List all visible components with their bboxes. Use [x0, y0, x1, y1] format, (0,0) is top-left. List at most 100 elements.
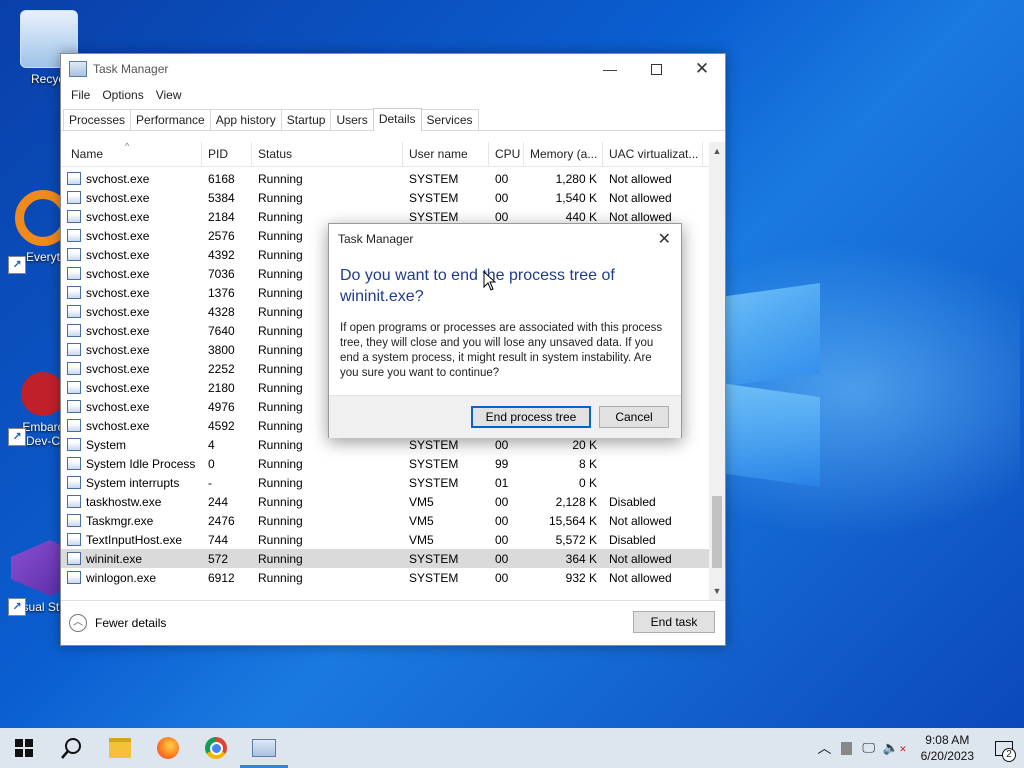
cell-name: System	[61, 438, 202, 452]
cell-status: Running	[258, 190, 303, 205]
menu-options[interactable]: Options	[96, 88, 149, 102]
taskbar: ︿ 🖵 🔈✕ 9:08 AM 6/20/2023 2	[0, 728, 1024, 768]
search-icon	[61, 738, 81, 759]
cell-uac: Not allowed	[609, 570, 672, 585]
cell-name: svchost.exe	[61, 419, 202, 433]
table-row[interactable]: taskhostw.exe 244 Running VM5 00 2,128 K Disab…	[61, 492, 725, 511]
table-row[interactable]: Taskmgr.exe 2476 Running VM5 00 15,564 K Not a…	[61, 511, 725, 530]
process-icon	[67, 324, 81, 337]
clock[interactable]: 9:08 AM 6/20/2023	[921, 732, 974, 764]
taskbar-file-explorer[interactable]	[96, 728, 144, 768]
table-row[interactable]: System interrupts - Running SYSTEM 01 0 K	[61, 473, 725, 492]
menu-file[interactable]: File	[65, 88, 96, 102]
task-manager-icon	[252, 739, 276, 757]
cell-pid: 0	[208, 456, 215, 471]
process-name: taskhostw.exe	[86, 494, 162, 509]
column-header-memory[interactable]: Memory (a...	[524, 142, 603, 166]
dialog-button-bar: End process tree Cancel	[329, 395, 681, 438]
cell-user: SYSTEM	[409, 570, 459, 585]
table-row[interactable]: wininit.exe 572 Running SYSTEM 00 364 K Not al…	[61, 549, 725, 568]
network-icon[interactable]: 🖵	[862, 740, 875, 756]
volume-muted-icon[interactable]: 🔈✕	[883, 740, 907, 756]
tab-processes[interactable]: Processes	[63, 109, 132, 130]
cell-status: Running	[258, 570, 303, 585]
process-name: svchost.exe	[86, 171, 150, 186]
taskbar-firefox[interactable]	[144, 728, 192, 768]
scrollbar-thumb[interactable]	[712, 496, 722, 568]
cell-name: taskhostw.exe	[61, 495, 202, 509]
end-process-tree-button[interactable]: End process tree	[471, 406, 591, 428]
tab-app-history[interactable]: App history	[209, 109, 282, 130]
process-icon	[67, 381, 81, 394]
table-row[interactable]: System Idle Process 0 Running SYSTEM 99 8 K	[61, 454, 725, 473]
dialog-close-button[interactable]: ✕	[658, 229, 671, 249]
cell-name: winlogon.exe	[61, 571, 202, 585]
cell-cpu: 00	[495, 209, 509, 224]
table-row[interactable]: svchost.exe 6168 Running SYSTEM 00 1,280 K Not…	[61, 169, 725, 188]
taskbar-chrome[interactable]	[192, 728, 240, 768]
column-header-pid[interactable]: PID	[202, 142, 252, 166]
tab-users[interactable]: Users	[330, 109, 374, 130]
taskbar-search-button[interactable]	[48, 728, 96, 768]
sort-ascending-icon: ^	[125, 142, 130, 151]
window-footer: ︿ Fewer details End task	[61, 600, 725, 646]
column-header-status[interactable]: Status	[252, 142, 403, 166]
process-name: svchost.exe	[86, 342, 150, 357]
fewer-details-toggle[interactable]: ︿ Fewer details	[69, 614, 166, 632]
cell-user: SYSTEM	[409, 475, 459, 490]
cell-uac: Not allowed	[609, 190, 672, 205]
menu-view[interactable]: View	[150, 88, 188, 102]
cell-mem: 1,280 K	[555, 171, 597, 186]
end-task-button[interactable]: End task	[633, 611, 715, 633]
tab-startup[interactable]: Startup	[280, 109, 332, 130]
cell-pid: 4	[208, 437, 215, 452]
cancel-button[interactable]: Cancel	[599, 406, 669, 428]
show-hidden-icons-chevron-icon[interactable]: ︿	[817, 738, 831, 758]
process-icon	[67, 305, 81, 318]
cell-name: svchost.exe	[61, 362, 202, 376]
scroll-up-icon[interactable]: ▲	[709, 144, 725, 158]
scroll-down-icon[interactable]: ▼	[709, 584, 725, 598]
process-icon	[67, 552, 81, 565]
notification-count-badge: 2	[1002, 748, 1016, 762]
process-name: svchost.exe	[86, 266, 150, 281]
cell-cpu: 00	[495, 437, 509, 452]
column-header-uac[interactable]: UAC virtualizat...	[603, 142, 703, 166]
notification-center-button[interactable]: 2	[984, 728, 1024, 768]
cell-cpu: 01	[495, 475, 509, 490]
tab-details[interactable]: Details	[372, 108, 422, 131]
process-name: svchost.exe	[86, 209, 150, 224]
cell-mem: 8 K	[578, 456, 597, 471]
tab-performance[interactable]: Performance	[130, 109, 211, 130]
cell-pid: 572	[208, 551, 229, 566]
cell-cpu: 99	[495, 456, 509, 471]
process-icon	[67, 362, 81, 375]
taskbar-task-manager[interactable]	[240, 728, 288, 768]
clock-date: 6/20/2023	[920, 749, 974, 763]
close-button[interactable]: ✕	[679, 54, 725, 84]
tab-services[interactable]: Services	[420, 109, 479, 130]
column-header-cpu[interactable]: CPU	[489, 142, 524, 166]
tray-app-icon[interactable]	[841, 741, 853, 755]
cell-name: svchost.exe	[61, 191, 202, 205]
cell-user: VM5	[409, 513, 434, 528]
cell-mem: 2,128 K	[555, 494, 597, 509]
process-icon	[67, 343, 81, 356]
table-row[interactable]: TextInputHost.exe 744 Running VM5 00 5,572 K D…	[61, 530, 725, 549]
cell-cpu: 00	[495, 494, 509, 509]
minimize-button[interactable]: —	[587, 54, 633, 84]
cell-pid: 4976	[208, 399, 235, 414]
column-header-user[interactable]: User name	[403, 142, 489, 166]
process-icon	[67, 267, 81, 280]
column-header-name[interactable]: Name ^	[61, 142, 202, 166]
process-icon	[67, 419, 81, 432]
title-bar[interactable]: Task Manager — ✕	[61, 54, 725, 84]
maximize-button[interactable]	[633, 54, 679, 84]
table-row[interactable]: winlogon.exe 6912 Running SYSTEM 00 932 K Not …	[61, 568, 725, 587]
vertical-scrollbar[interactable]: ▲ ▼	[709, 142, 725, 600]
cell-pid: -	[208, 475, 212, 490]
table-row[interactable]: svchost.exe 5384 Running SYSTEM 00 1,540 K Not…	[61, 188, 725, 207]
cell-status: Running	[258, 494, 303, 509]
start-button[interactable]	[0, 728, 48, 768]
cell-name: svchost.exe	[61, 172, 202, 186]
